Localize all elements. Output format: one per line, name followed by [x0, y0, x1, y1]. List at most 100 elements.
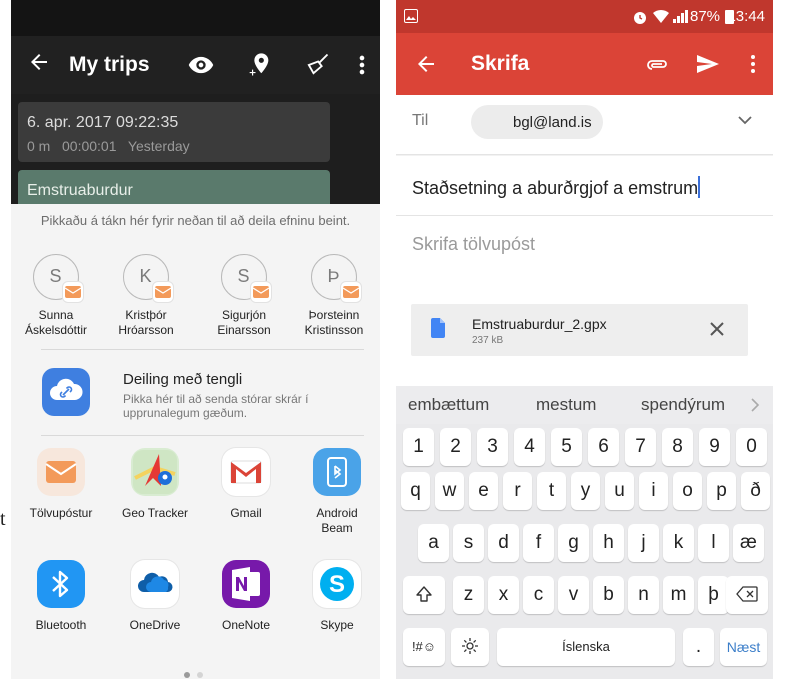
direct-share-contact[interactable]: S Sigurjón Einarsson [199, 254, 289, 338]
attachment-card[interactable]: Emstruaburdur_2.gpx 237 kB [411, 304, 748, 356]
key[interactable]: b [593, 576, 624, 614]
key[interactable]: i [639, 472, 668, 510]
share-app-geo-tracker[interactable]: Geo Tracker [110, 448, 200, 521]
to-field[interactable]: Til bgl@land.is [396, 95, 773, 155]
key[interactable]: m [663, 576, 694, 614]
shift-icon [416, 586, 432, 602]
back-arrow-icon[interactable] [27, 50, 51, 74]
overflow-menu-icon[interactable] [357, 51, 367, 79]
key[interactable]: u [605, 472, 634, 510]
add-location-icon[interactable] [245, 51, 273, 79]
key[interactable]: 9 [699, 428, 730, 466]
close-icon[interactable] [708, 320, 726, 338]
email-app-icon [37, 448, 85, 496]
key[interactable]: v [558, 576, 589, 614]
key[interactable]: a [418, 524, 449, 562]
app-label: Bluetooth [35, 618, 87, 632]
period-key[interactable]: . [683, 628, 714, 666]
key[interactable]: y [571, 472, 600, 510]
key[interactable]: 7 [625, 428, 656, 466]
trip-card[interactable]: 6. apr. 2017 09:22:35 0 m 00:00:01 Yeste… [18, 102, 330, 162]
key[interactable]: 0 [736, 428, 767, 466]
key[interactable]: æ [733, 524, 764, 562]
trip-title: Emstruaburdur [27, 182, 133, 199]
shift-key[interactable] [403, 576, 445, 614]
key[interactable]: r [503, 472, 532, 510]
key[interactable]: 1 [403, 428, 434, 466]
key[interactable]: 8 [662, 428, 693, 466]
key[interactable]: d [488, 524, 519, 562]
avatar: K [123, 254, 173, 302]
share-hint: Pikkaðu á tákn hér fyrir neðan til að de… [40, 213, 351, 228]
app-label: Android Beam [316, 506, 358, 535]
app-label: Geo Tracker [121, 506, 189, 520]
symbols-key[interactable]: !#☺ [403, 628, 445, 666]
share-app-android-beam[interactable]: Android Beam [292, 448, 380, 536]
chevron-down-icon[interactable] [737, 114, 753, 126]
key[interactable]: l [698, 524, 729, 562]
share-app-skype[interactable]: S Skype [292, 560, 380, 633]
direct-share-contact[interactable]: S Sunna Áskelsdóttir [11, 254, 101, 338]
document-icon [431, 318, 445, 338]
key[interactable]: n [628, 576, 659, 614]
status-time: 13:44 [727, 8, 765, 25]
avatar: Þ [311, 254, 361, 302]
key[interactable]: ð [741, 472, 770, 510]
link-share-row[interactable]: Deiling með tengli Pikka hér til að send… [11, 364, 380, 424]
key[interactable]: j [628, 524, 659, 562]
key[interactable]: o [673, 472, 702, 510]
key[interactable]: 2 [440, 428, 471, 466]
battery-percent: 87% [690, 8, 721, 25]
key[interactable]: þ [698, 576, 729, 614]
divider [41, 349, 364, 350]
key[interactable]: z [453, 576, 484, 614]
send-icon[interactable] [695, 52, 721, 76]
direct-share-contact[interactable]: K Kristþór Hróarsson [101, 254, 191, 338]
direct-share-contact[interactable]: Þ Þorsteinn Kristinsson [289, 254, 379, 338]
key[interactable]: s [453, 524, 484, 562]
gmail-icon [222, 448, 270, 496]
key[interactable]: g [558, 524, 589, 562]
key[interactable]: e [469, 472, 498, 510]
share-app-email[interactable]: Tölvupóstur [16, 448, 106, 521]
key[interactable]: t [537, 472, 566, 510]
eye-icon[interactable] [187, 51, 215, 79]
key[interactable]: x [488, 576, 519, 614]
suggestion[interactable]: mestum [536, 395, 596, 415]
email-body[interactable]: Skrifa tölvupóst Emstruaburdur_2.gpx 237… [396, 216, 773, 386]
back-arrow-icon[interactable] [414, 52, 438, 76]
contact-name: Sigurjón Einarsson [217, 308, 271, 337]
key[interactable]: 5 [551, 428, 582, 466]
key[interactable]: 4 [514, 428, 545, 466]
wifi-icon [653, 9, 669, 23]
contact-name: Þorsteinn Kristinsson [304, 308, 364, 337]
space-key[interactable]: Íslenska [497, 628, 675, 666]
settings-key[interactable] [451, 628, 489, 666]
attach-icon[interactable] [645, 53, 669, 77]
key[interactable]: 6 [588, 428, 619, 466]
chevron-right-icon[interactable] [750, 398, 760, 412]
right-phone-screen: 87% 13:44 Skrifa Til bgl@land.is Staðset… [396, 0, 773, 679]
key[interactable]: p [707, 472, 736, 510]
share-app-gmail[interactable]: Gmail [201, 448, 291, 521]
share-app-bluetooth[interactable]: Bluetooth [16, 560, 106, 633]
key[interactable]: 3 [477, 428, 508, 466]
cloud-link-icon [42, 368, 90, 416]
key[interactable]: w [435, 472, 464, 510]
key[interactable]: h [593, 524, 624, 562]
next-key[interactable]: Næst [720, 628, 767, 666]
geo-tracker-icon [131, 448, 179, 496]
key[interactable]: c [523, 576, 554, 614]
suggestion[interactable]: embættum [408, 395, 489, 415]
subject-field[interactable]: Staðsetning a aburðrgjof a emstrum [396, 156, 773, 216]
suggestion[interactable]: spendýrum [641, 395, 725, 415]
key[interactable]: f [523, 524, 554, 562]
backspace-key[interactable] [726, 576, 768, 614]
share-app-onedrive[interactable]: OneDrive [110, 560, 200, 633]
overflow-menu-icon[interactable] [750, 53, 756, 75]
key[interactable]: q [401, 472, 430, 510]
recipient-chip[interactable]: bgl@land.is [471, 105, 603, 139]
broom-icon[interactable] [303, 51, 331, 79]
key[interactable]: k [663, 524, 694, 562]
share-app-onenote[interactable]: OneNote [201, 560, 291, 633]
